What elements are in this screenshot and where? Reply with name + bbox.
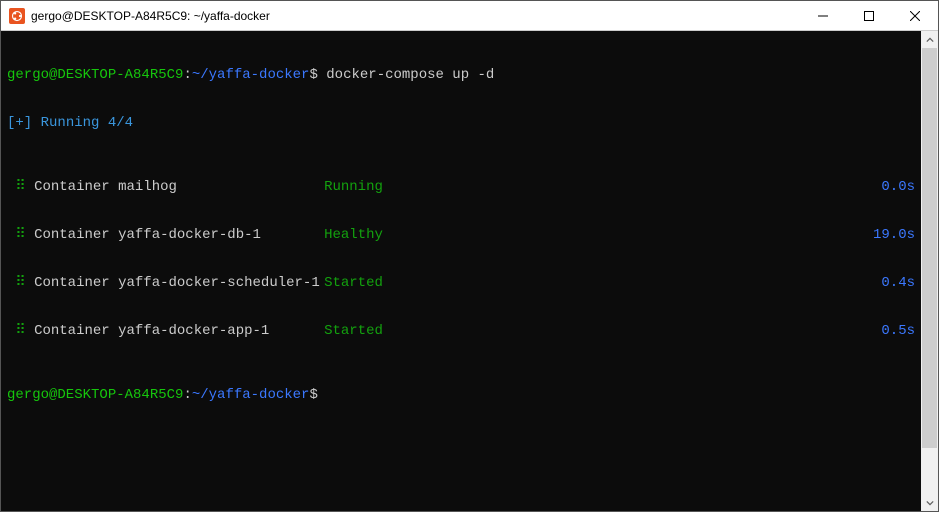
container-time: 0.0s xyxy=(881,179,915,195)
container-row: ⠿ Container yaffa-docker-app-1Started 0.… xyxy=(7,323,915,339)
container-name: Container yaffa-docker-db-1 xyxy=(34,227,324,243)
prompt-path: ~/yaffa-docker xyxy=(192,387,310,403)
window-title: gergo@DESKTOP-A84R5C9: ~/yaffa-docker xyxy=(31,9,800,23)
container-status: Healthy xyxy=(324,227,394,243)
container-time: 19.0s xyxy=(873,227,915,243)
container-row: ⠿ Container yaffa-docker-scheduler-1Star… xyxy=(7,275,915,291)
check-icon: ⠿ xyxy=(15,323,25,339)
prompt-userhost: gergo@DESKTOP-A84R5C9 xyxy=(7,387,183,403)
container-row: ⠿ Container yaffa-docker-db-1Healthy 19.… xyxy=(7,227,915,243)
prompt-sep: : xyxy=(183,387,191,403)
running-prefix: [+] xyxy=(7,115,32,131)
container-time: 0.4s xyxy=(881,275,915,291)
ubuntu-icon xyxy=(9,8,25,24)
command-text: docker-compose up -d xyxy=(326,67,494,83)
container-row: ⠿ Container mailhogRunning 0.0s xyxy=(7,179,915,195)
running-count: 4/4 xyxy=(108,115,133,131)
scroll-up-icon[interactable] xyxy=(921,31,938,48)
container-status: Started xyxy=(324,323,394,339)
prompt-path: ~/yaffa-docker xyxy=(192,67,310,83)
container-name: Container yaffa-docker-app-1 xyxy=(34,323,324,339)
container-time: 0.5s xyxy=(881,323,915,339)
container-status: Started xyxy=(324,275,394,291)
scrollbar-thumb[interactable] xyxy=(922,48,937,448)
terminal-line: [+] Running 4/4 xyxy=(7,115,915,131)
container-status: Running xyxy=(324,179,394,195)
terminal-line: gergo@DESKTOP-A84R5C9:~/yaffa-docker$ xyxy=(7,387,915,403)
prompt-sep: : xyxy=(183,67,191,83)
terminal-line: gergo@DESKTOP-A84R5C9:~/yaffa-docker$ do… xyxy=(7,67,915,83)
scroll-down-icon[interactable] xyxy=(921,494,938,511)
container-name: Container mailhog xyxy=(34,179,324,195)
terminal[interactable]: gergo@DESKTOP-A84R5C9:~/yaffa-docker$ do… xyxy=(1,31,921,511)
check-icon: ⠿ xyxy=(15,275,25,291)
minimize-button[interactable] xyxy=(800,1,846,31)
prompt-userhost: gergo@DESKTOP-A84R5C9 xyxy=(7,67,183,83)
running-label: Running xyxy=(41,115,100,131)
maximize-button[interactable] xyxy=(846,1,892,31)
window-titlebar: gergo@DESKTOP-A84R5C9: ~/yaffa-docker xyxy=(1,1,938,31)
close-button[interactable] xyxy=(892,1,938,31)
check-icon: ⠿ xyxy=(15,179,25,195)
prompt-sign: $ xyxy=(309,67,317,83)
prompt-sign: $ xyxy=(309,387,317,403)
scrollbar[interactable] xyxy=(921,31,938,511)
container-name: Container yaffa-docker-scheduler-1 xyxy=(34,275,324,291)
check-icon: ⠿ xyxy=(15,227,25,243)
